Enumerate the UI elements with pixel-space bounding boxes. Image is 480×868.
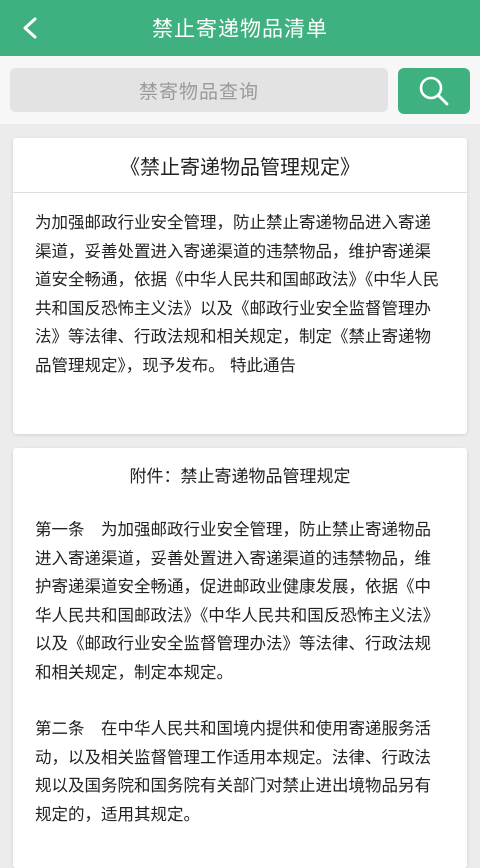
article-paragraph: 第一条 为加强邮政行业安全管理，防止禁止寄递物品进入寄递渠道，妥善处置进入寄递渠… <box>35 520 440 682</box>
search-icon <box>419 76 449 106</box>
search-input[interactable]: 禁寄物品查询 <box>10 68 388 112</box>
back-button[interactable] <box>14 12 46 44</box>
app-header: 禁止寄递物品清单 <box>0 0 480 56</box>
chevron-left-icon <box>23 17 37 39</box>
article-paragraph: 第二条 在中华人民共和国境内提供和使用寄递服务活动，以及相关监督管理工作适用本规… <box>35 719 431 824</box>
notice-body: 为加强邮政行业安全管理，防止禁止寄递物品进入寄递渠道，妥善处置进入寄递渠道的违禁… <box>35 213 440 375</box>
page-title: 禁止寄递物品清单 <box>152 17 328 41</box>
notice-title: 《禁止寄递物品管理规定》 <box>13 138 467 193</box>
search-button[interactable] <box>398 68 470 114</box>
attachment-card: 附件：禁止寄递物品管理规定 第一条 为加强邮政行业安全管理，防止禁止寄递物品进入… <box>13 448 467 868</box>
attachment-title: 附件：禁止寄递物品管理规定 <box>129 467 351 487</box>
notice-card: 《禁止寄递物品管理规定》 为加强邮政行业安全管理，防止禁止寄递物品进入寄递渠道，… <box>13 138 467 434</box>
search-bar: 禁寄物品查询 <box>0 56 480 124</box>
